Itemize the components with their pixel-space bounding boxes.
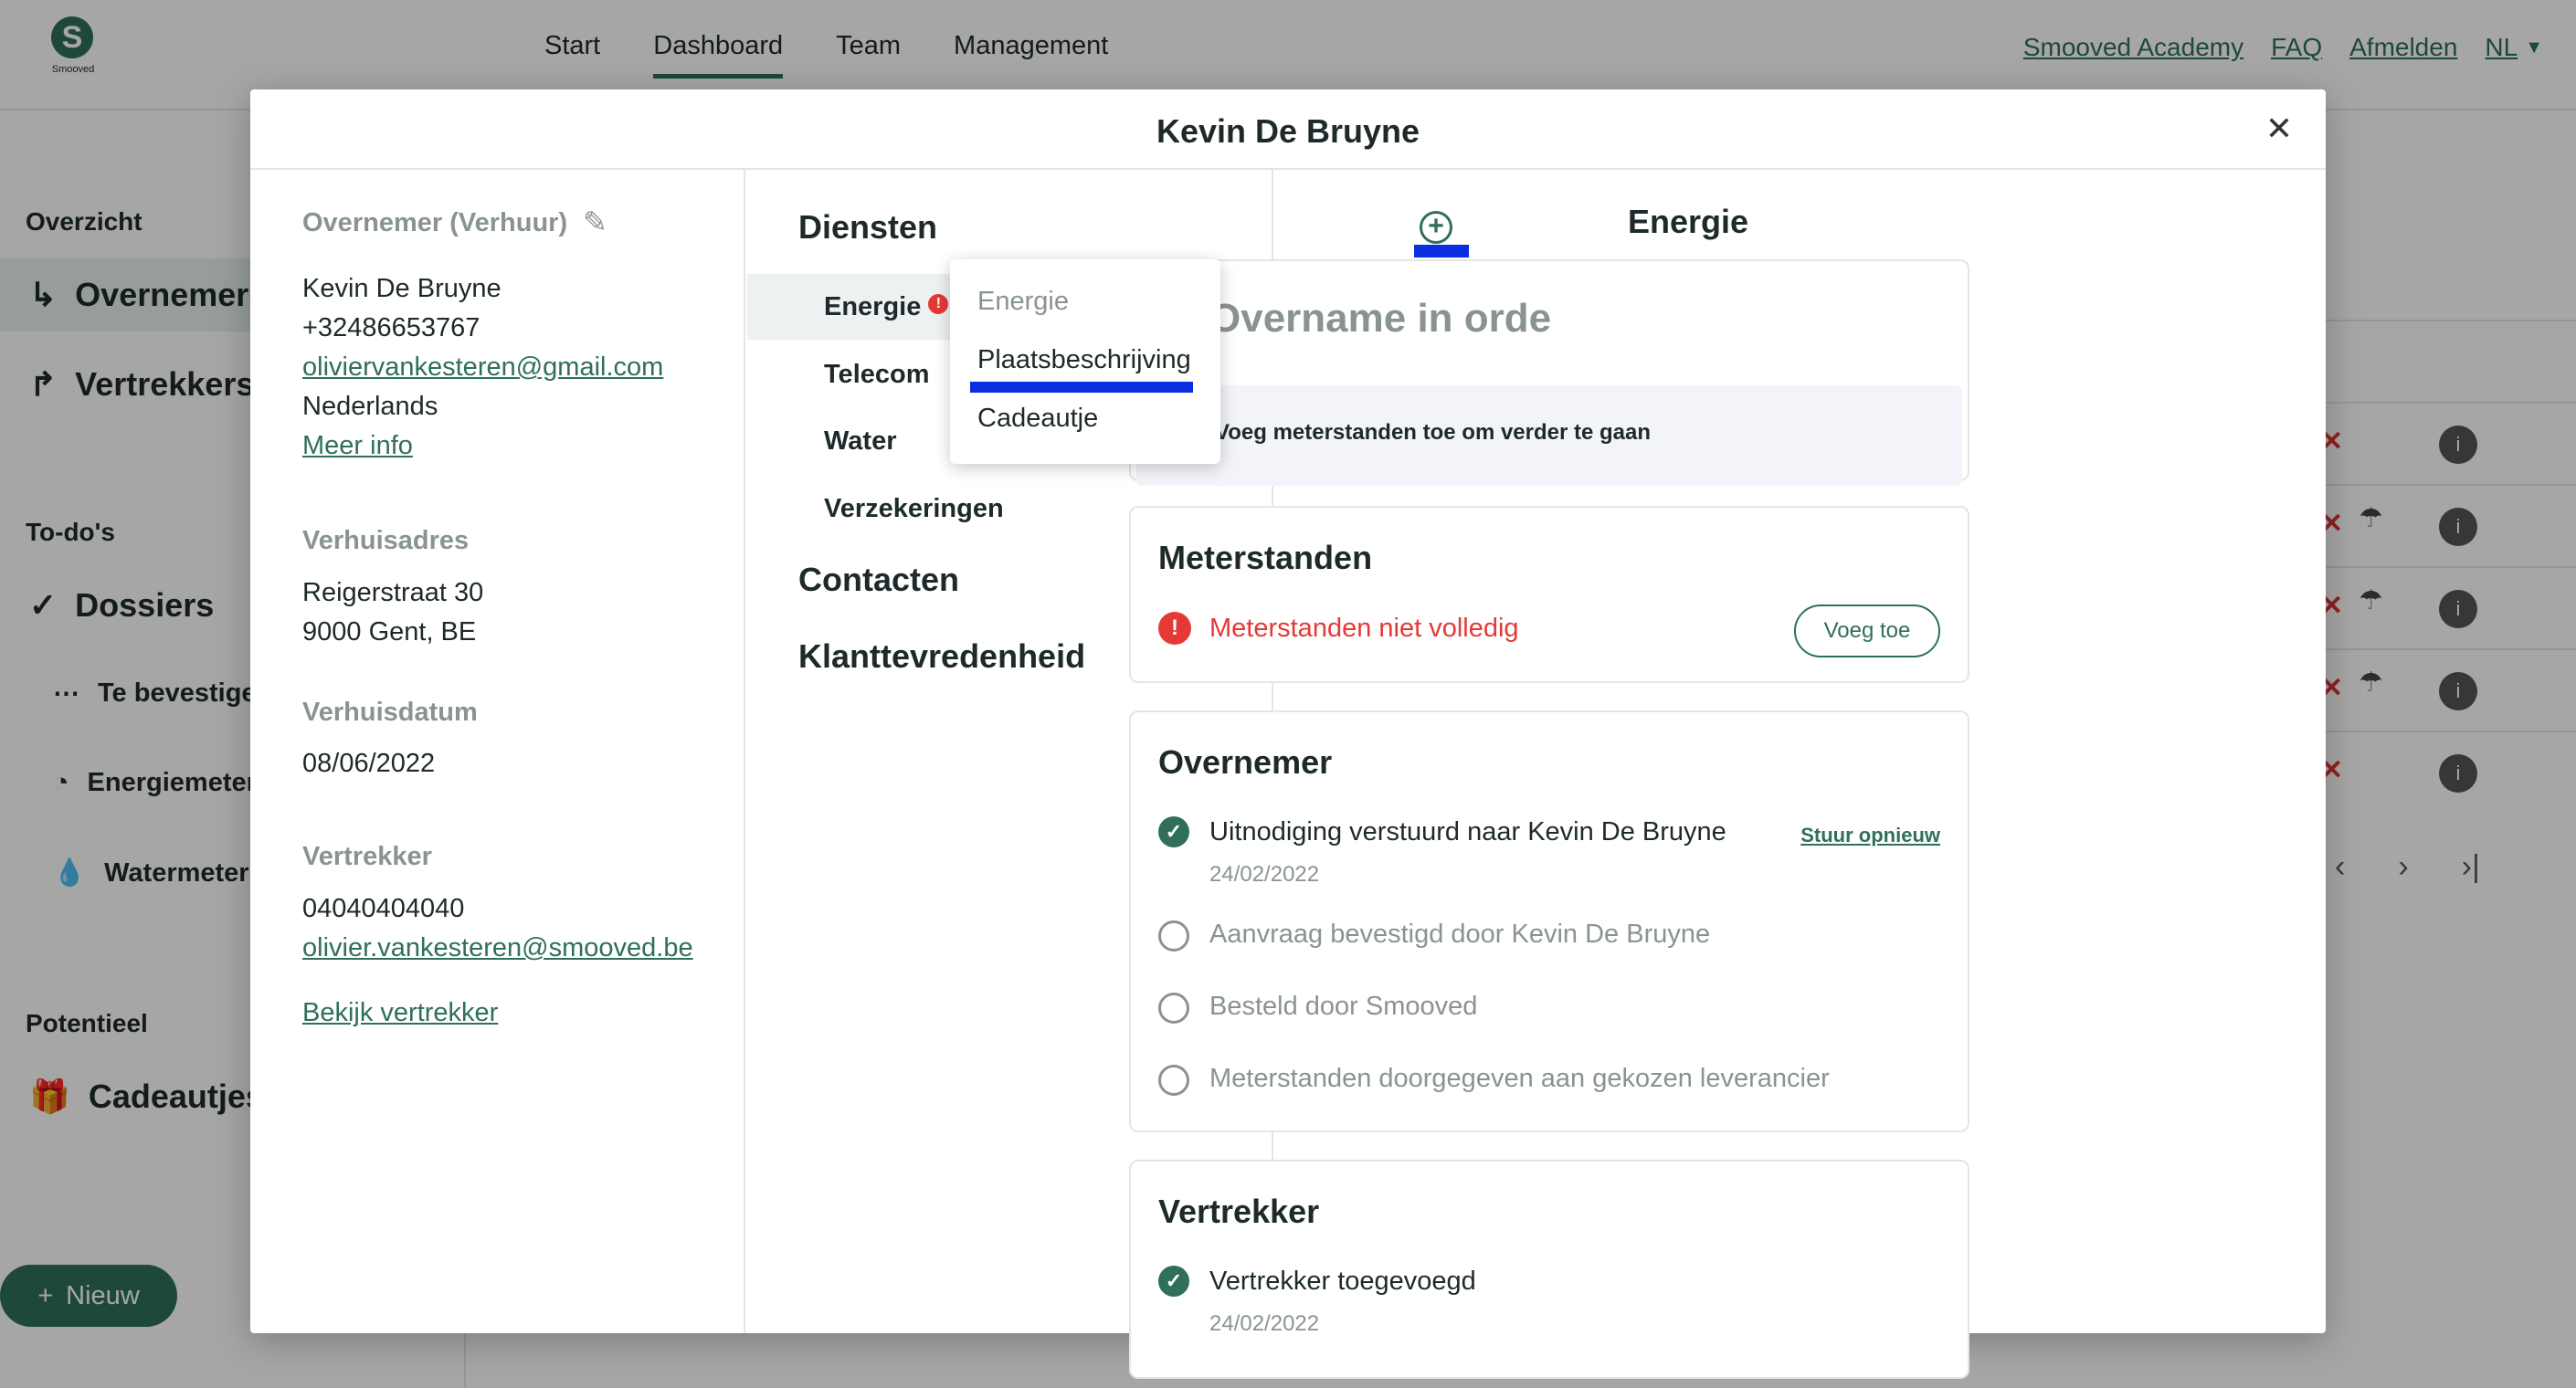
- section-label-leaver: Vertrekker: [302, 842, 432, 871]
- taker-row-text: Besteld door Smooved: [1209, 992, 1478, 1021]
- leaver-phone: 04040404040: [302, 894, 465, 923]
- check-circle-icon: ✓: [1158, 1266, 1189, 1297]
- status-title: Overname in orde: [1209, 296, 1552, 341]
- address-line-2: 9000 Gent, BE: [302, 617, 477, 647]
- alert-icon: !: [928, 294, 949, 314]
- pencil-edit-icon[interactable]: ✎: [583, 205, 607, 239]
- radio-empty-icon: [1158, 1065, 1189, 1096]
- services-heading: Diensten: [798, 208, 938, 246]
- taker-title: Overnemer: [1158, 743, 1333, 781]
- leaver-card: Vertrekker ✓ Vertrekker toegevoegd 24/02…: [1129, 1160, 1969, 1379]
- service-item-label: Water: [824, 426, 897, 456]
- meters-title: Meterstanden: [1158, 539, 1373, 576]
- contact-name: Kevin De Bruyne: [302, 274, 501, 303]
- more-info-link[interactable]: Meer info: [302, 431, 413, 461]
- contact-email-link[interactable]: oliviervankesteren@gmail.com: [302, 352, 663, 383]
- dropdown-item-plaatsbeschrijving[interactable]: Plaatsbeschrijving: [977, 345, 1191, 375]
- info-banner-text: Voeg meterstanden toe om verder te gaan: [1215, 420, 1652, 445]
- service-item-label: Energie: [824, 292, 922, 321]
- contacts-heading[interactable]: Contacten: [798, 561, 959, 599]
- contact-country: Nederlands: [302, 392, 438, 421]
- satisfaction-heading[interactable]: Klanttevredenheid: [798, 637, 1085, 676]
- meters-card: Meterstanden ! Meterstanden niet volledi…: [1129, 506, 1969, 683]
- service-item-label: Verzekeringen: [824, 494, 1004, 523]
- modal-title: Kevin De Bruyne: [1156, 112, 1420, 150]
- leaver-title: Vertrekker: [1158, 1193, 1320, 1230]
- taker-card: Overnemer ✓ Uitnodiging verstuurd naar K…: [1129, 710, 1969, 1132]
- taker-row-text: Uitnodiging verstuurd naar Kevin De Bruy…: [1209, 817, 1726, 846]
- status-card: Overname in orde i Voeg meterstanden toe…: [1129, 259, 1969, 486]
- radio-empty-icon: [1158, 920, 1189, 952]
- info-banner: i Voeg meterstanden toe om verder te gaa…: [1136, 385, 1962, 486]
- service-item-label: Telecom: [824, 360, 930, 389]
- dropdown-item-energie: Energie: [977, 287, 1069, 316]
- resend-link[interactable]: Stuur opnieuw: [1800, 824, 1940, 847]
- meters-error-text: Meterstanden niet volledig: [1209, 614, 1519, 643]
- check-circle-icon: ✓: [1158, 816, 1189, 847]
- taker-row-text: Aanvraag bevestigd door Kevin De Bruyne: [1209, 920, 1711, 949]
- section-label-overnemer: Overnemer (Verhuur): [302, 208, 568, 237]
- section-label-move-date: Verhuisdatum: [302, 698, 478, 727]
- contact-info-column: Overnemer (Verhuur) ✎ Kevin De Bruyne +3…: [250, 170, 745, 1333]
- add-meters-button[interactable]: Voeg toe: [1794, 605, 1940, 657]
- radio-empty-icon: [1158, 993, 1189, 1024]
- leaver-row-text: Vertrekker toegevoegd: [1209, 1267, 1476, 1296]
- taker-row-text: Meterstanden doorgegeven aan gekozen lev…: [1209, 1064, 1830, 1093]
- add-service-dropdown: Energie Plaatsbeschrijving Cadeautje: [950, 259, 1220, 464]
- address-line-1: Reigerstraat 30: [302, 578, 484, 607]
- dropdown-item-cadeautje[interactable]: Cadeautje: [977, 404, 1098, 434]
- taker-row-date: 24/02/2022: [1209, 862, 1320, 887]
- contact-phone: +32486653767: [302, 313, 480, 342]
- leaver-email-link[interactable]: olivier.vankesteren@smooved.be: [302, 933, 693, 963]
- close-icon[interactable]: ✕: [2265, 110, 2293, 148]
- leaver-row-date: 24/02/2022: [1209, 1311, 1320, 1336]
- section-label-address: Verhuisadres: [302, 526, 470, 555]
- view-leaver-link[interactable]: Bekijk vertrekker: [302, 998, 498, 1028]
- highlight-marker: [970, 382, 1193, 393]
- move-date: 08/06/2022: [302, 749, 436, 778]
- modal-header: Kevin De Bruyne ✕: [250, 89, 2326, 170]
- detail-heading: Energie: [1628, 203, 1749, 240]
- error-icon: !: [1158, 612, 1191, 645]
